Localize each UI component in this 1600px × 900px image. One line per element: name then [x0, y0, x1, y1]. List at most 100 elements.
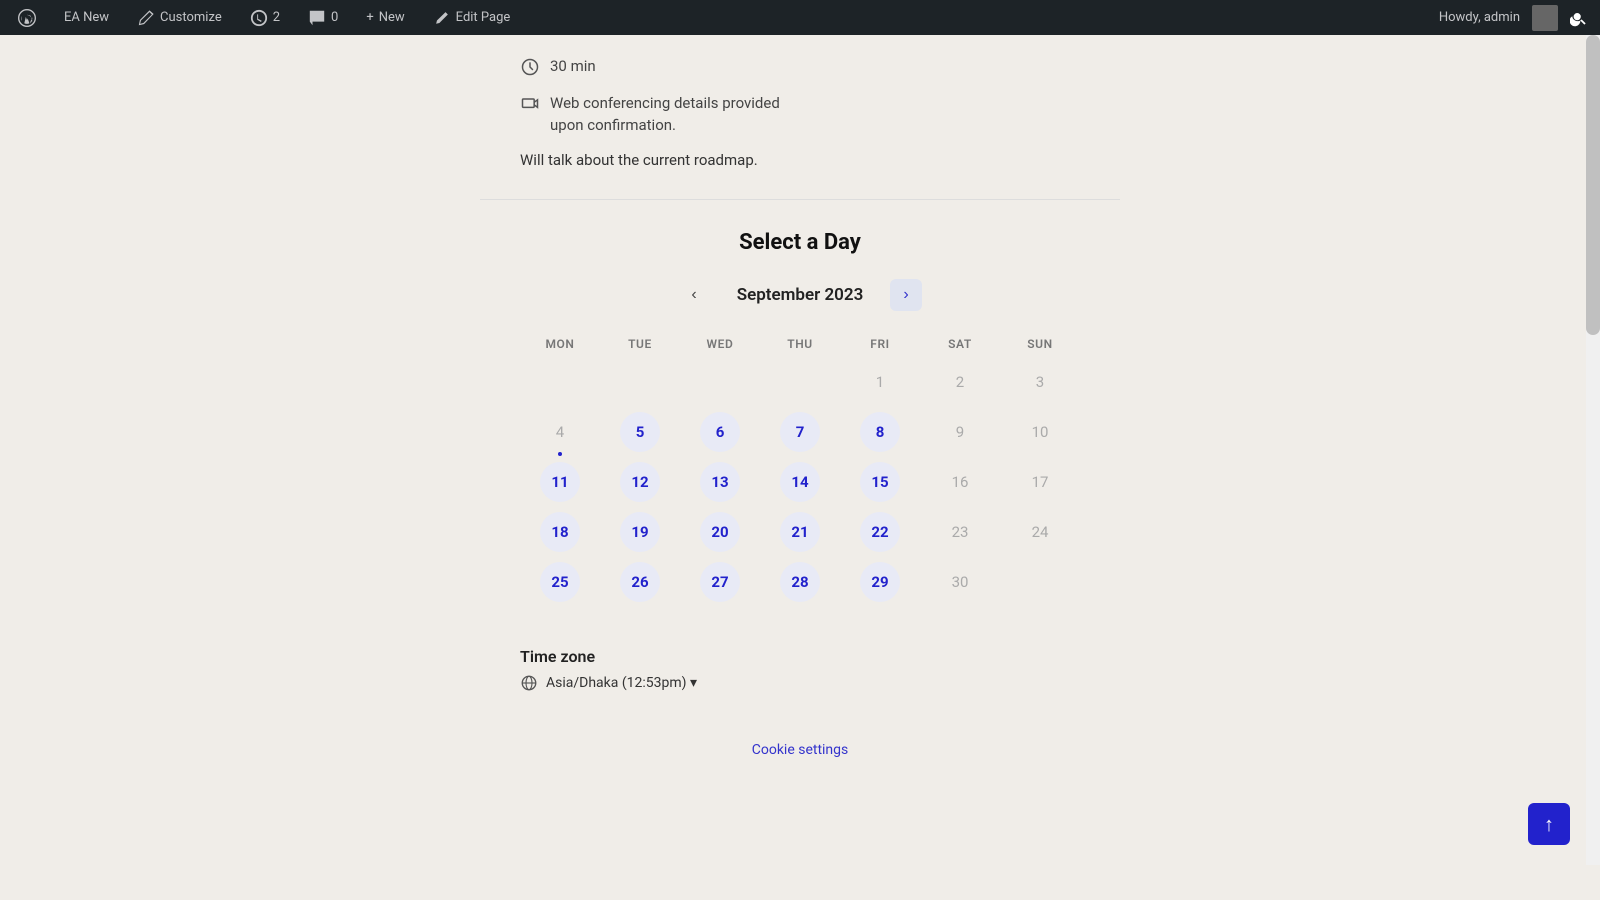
timezone-value: Asia/Dhaka (12:53pm) ▾: [546, 675, 697, 691]
calendar-day-cell: 10: [1000, 407, 1080, 457]
customize-icon: [137, 9, 155, 27]
month-label: September 2023: [730, 285, 870, 305]
avatar[interactable]: [1532, 5, 1558, 31]
comments-count: 0: [331, 10, 338, 25]
howdy-label: Howdy, admin: [1439, 10, 1520, 25]
site-name-label: EA New: [64, 10, 109, 25]
available-day[interactable]: 22: [860, 512, 900, 552]
calendar-week-row: 18 19 20 21 22 23 24: [520, 507, 1080, 557]
customize-button[interactable]: Customize: [131, 0, 228, 35]
calendar-section: Select a Day ‹ September 2023 › MONTUEWE…: [480, 200, 1120, 637]
calendar-day-cell[interactable]: 7: [760, 407, 840, 457]
unavailable-day: 4: [540, 412, 580, 452]
edit-page-button[interactable]: Edit Page: [427, 0, 517, 35]
calendar-day-cell[interactable]: 5: [600, 407, 680, 457]
calendar-nav: ‹ September 2023 ›: [520, 279, 1080, 311]
calendar-day-cell[interactable]: 28: [760, 557, 840, 607]
calendar-day-cell[interactable]: 29: [840, 557, 920, 607]
edit-page-label: Edit Page: [456, 10, 511, 25]
calendar-day-cell[interactable]: 19: [600, 507, 680, 557]
available-day[interactable]: 11: [540, 462, 580, 502]
available-day[interactable]: 20: [700, 512, 740, 552]
available-day[interactable]: 28: [780, 562, 820, 602]
calendar-day-cell[interactable]: 8: [840, 407, 920, 457]
calendar-day-cell: 4: [520, 407, 600, 457]
available-day[interactable]: 14: [780, 462, 820, 502]
unavailable-day: 1: [860, 362, 900, 402]
cookie-settings-link[interactable]: Cookie settings: [752, 742, 849, 758]
available-day[interactable]: 6: [700, 412, 740, 452]
admin-bar: EA New Customize 2 0 + New Edit Page How…: [0, 0, 1600, 35]
unavailable-day: 3: [1020, 362, 1060, 402]
customize-label: Customize: [160, 10, 222, 25]
calendar-day-cell[interactable]: 21: [760, 507, 840, 557]
available-day[interactable]: 26: [620, 562, 660, 602]
unavailable-day: 23: [940, 512, 980, 552]
calendar-day-cell: [680, 357, 760, 407]
available-day[interactable]: 15: [860, 462, 900, 502]
calendar-day-cell: 9: [920, 407, 1000, 457]
available-day[interactable]: 29: [860, 562, 900, 602]
calendar-week-row: 11121314151617: [520, 457, 1080, 507]
available-day[interactable]: 5: [620, 412, 660, 452]
scrollbar[interactable]: [1586, 35, 1600, 865]
weekday-header: FRI: [840, 331, 920, 357]
calendar-day-cell: 17: [1000, 457, 1080, 507]
calendar-day-cell[interactable]: 25: [520, 557, 600, 607]
available-day[interactable]: 19: [620, 512, 660, 552]
calendar-day-cell: [600, 357, 680, 407]
search-icon[interactable]: [1570, 9, 1588, 27]
wordpress-icon: [18, 9, 36, 27]
available-day[interactable]: 18: [540, 512, 580, 552]
calendar-day-cell[interactable]: 12: [600, 457, 680, 507]
available-day[interactable]: 13: [700, 462, 740, 502]
calendar-day-cell[interactable]: 13: [680, 457, 760, 507]
conferencing-text: Web conferencing details provided upon c…: [550, 92, 780, 137]
comments-button[interactable]: 0: [302, 0, 344, 35]
available-day[interactable]: 25: [540, 562, 580, 602]
comments-icon: [308, 9, 326, 27]
timezone-section: Time zone Asia/Dhaka (12:53pm) ▾: [480, 637, 1120, 722]
weekday-header: MON: [520, 331, 600, 357]
calendar-day-cell[interactable]: 14: [760, 457, 840, 507]
calendar-day-cell: 1: [840, 357, 920, 407]
scroll-top-icon: ↑: [1544, 812, 1554, 837]
available-day[interactable]: 27: [700, 562, 740, 602]
timezone-selector[interactable]: Asia/Dhaka (12:53pm) ▾: [520, 674, 1080, 692]
weekday-header: SAT: [920, 331, 1000, 357]
next-month-button[interactable]: ›: [890, 279, 922, 311]
weekday-header: THU: [760, 331, 840, 357]
calendar-day-cell[interactable]: 20: [680, 507, 760, 557]
calendar-day-cell[interactable]: 22: [840, 507, 920, 557]
calendar-body: 1234567891011121314151617181920212223242…: [520, 357, 1080, 607]
calendar-title: Select a Day: [520, 230, 1080, 255]
duration-row: 30 min: [520, 55, 1080, 78]
new-button[interactable]: + New: [360, 0, 410, 35]
wp-logo-button[interactable]: [12, 0, 42, 35]
page-wrapper: 30 min Web conferencing details provided…: [0, 35, 1600, 865]
new-label: New: [379, 10, 405, 25]
available-day[interactable]: 21: [780, 512, 820, 552]
prev-month-button[interactable]: ‹: [678, 279, 710, 311]
conferencing-icon: [520, 94, 540, 114]
unavailable-day: 24: [1020, 512, 1060, 552]
calendar-day-cell[interactable]: 6: [680, 407, 760, 457]
calendar-week-row: 25 26 27 28 29 30: [520, 557, 1080, 607]
scrollbar-thumb[interactable]: [1586, 35, 1600, 335]
today-dot: [558, 452, 562, 456]
available-day[interactable]: 8: [860, 412, 900, 452]
calendar-day-cell[interactable]: 18: [520, 507, 600, 557]
site-name-button[interactable]: EA New: [58, 0, 115, 35]
calendar-day-cell[interactable]: 11: [520, 457, 600, 507]
calendar-day-cell[interactable]: 27: [680, 557, 760, 607]
calendar-day-cell[interactable]: 15: [840, 457, 920, 507]
scroll-top-button[interactable]: ↑: [1528, 803, 1570, 845]
updates-button[interactable]: 2: [244, 0, 286, 35]
available-day[interactable]: 12: [620, 462, 660, 502]
calendar-day-cell: 30: [920, 557, 1000, 607]
cookie-footer: Cookie settings: [480, 722, 1120, 778]
calendar-day-cell: 23: [920, 507, 1000, 557]
calendar-day-cell[interactable]: 26: [600, 557, 680, 607]
available-day[interactable]: 7: [780, 412, 820, 452]
unavailable-day: 2: [940, 362, 980, 402]
